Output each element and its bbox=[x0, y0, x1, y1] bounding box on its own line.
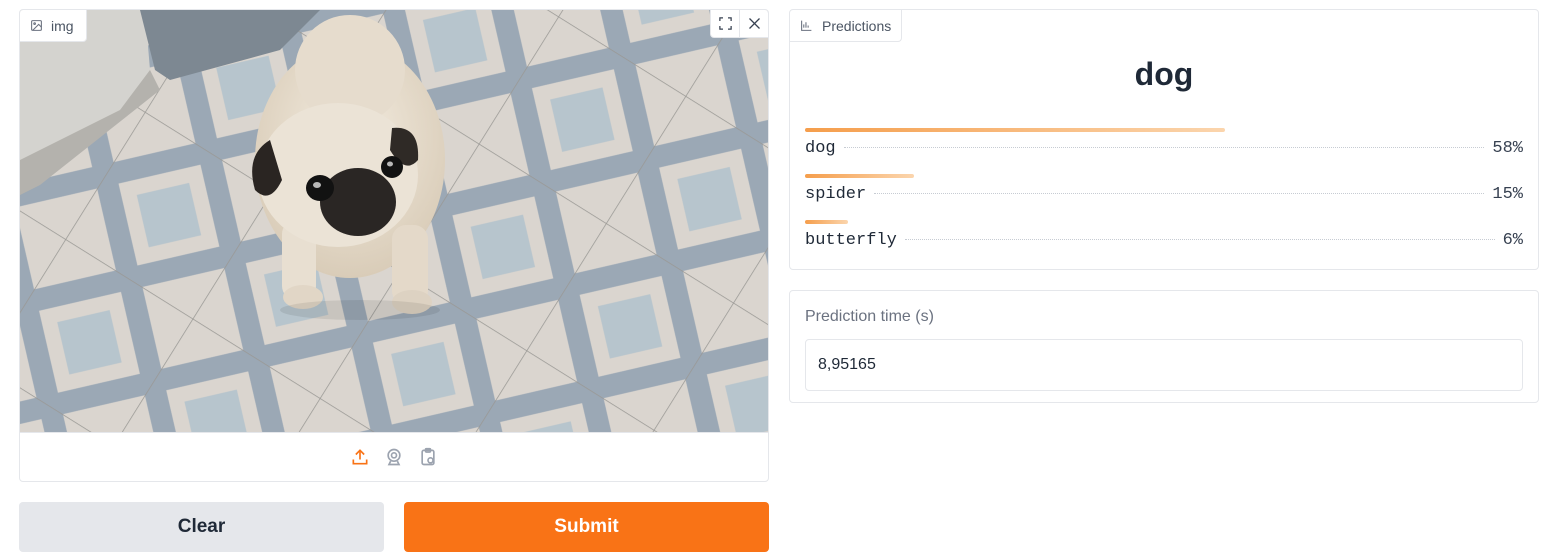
confidence-label-row: butterfly 6% bbox=[805, 231, 1523, 253]
prediction-time-panel: Prediction time (s) bbox=[789, 290, 1539, 403]
clear-image-button[interactable] bbox=[739, 10, 768, 38]
clipboard-icon bbox=[421, 447, 435, 466]
dotted-leader bbox=[904, 239, 1495, 240]
confidence-row-dog[interactable]: dog 58% bbox=[805, 128, 1523, 168]
confidence-class: dog bbox=[805, 139, 836, 158]
bar-chart-icon bbox=[801, 20, 812, 31]
dotted-leader bbox=[843, 147, 1485, 148]
webcam-source-button[interactable] bbox=[383, 446, 405, 468]
confidence-row-spider[interactable]: spider 15% bbox=[805, 174, 1523, 214]
image-actions bbox=[710, 10, 768, 38]
image-input-panel: img bbox=[19, 9, 769, 482]
confidence-class: spider bbox=[805, 185, 867, 204]
top-prediction-label: dog bbox=[1134, 56, 1194, 92]
predictions-label-chip: Predictions bbox=[790, 10, 903, 42]
clear-button[interactable]: Clear bbox=[19, 502, 384, 552]
confidence-bar bbox=[805, 174, 914, 178]
image-label: img bbox=[51, 17, 74, 34]
confidence-label-row: spider 15% bbox=[805, 185, 1523, 207]
fullscreen-icon bbox=[718, 17, 732, 30]
image-preview[interactable]: img bbox=[20, 10, 768, 432]
prediction-time-field[interactable] bbox=[805, 339, 1523, 391]
predictions-label: Predictions bbox=[822, 17, 892, 34]
upload-icon bbox=[352, 449, 368, 465]
dotted-leader bbox=[874, 193, 1485, 194]
confidence-bar bbox=[805, 220, 848, 224]
clipboard-source-button[interactable] bbox=[417, 446, 439, 468]
image-label-chip: img bbox=[20, 10, 87, 42]
submit-button[interactable]: Submit bbox=[404, 502, 769, 552]
confidence-bar bbox=[805, 128, 1225, 132]
predictions-panel: Predictions dog dog 58% spider 15% butte… bbox=[789, 9, 1539, 270]
image-icon bbox=[31, 20, 42, 31]
image-source-bar bbox=[20, 432, 768, 481]
close-icon bbox=[748, 18, 760, 29]
prediction-time-label: Prediction time (s) bbox=[805, 308, 934, 325]
confidence-label-row: dog 58% bbox=[805, 139, 1523, 161]
fullscreen-button[interactable] bbox=[710, 10, 739, 38]
confidence-value: 15% bbox=[1492, 185, 1523, 204]
confidence-row-butterfly[interactable]: butterfly 6% bbox=[805, 220, 1523, 260]
confidence-class: butterfly bbox=[805, 231, 897, 250]
upload-source-button[interactable] bbox=[349, 446, 371, 468]
webcam-icon bbox=[387, 448, 401, 466]
confidence-value: 6% bbox=[1502, 231, 1523, 250]
pug-photo bbox=[20, 10, 768, 432]
confidence-value: 58% bbox=[1492, 139, 1523, 158]
